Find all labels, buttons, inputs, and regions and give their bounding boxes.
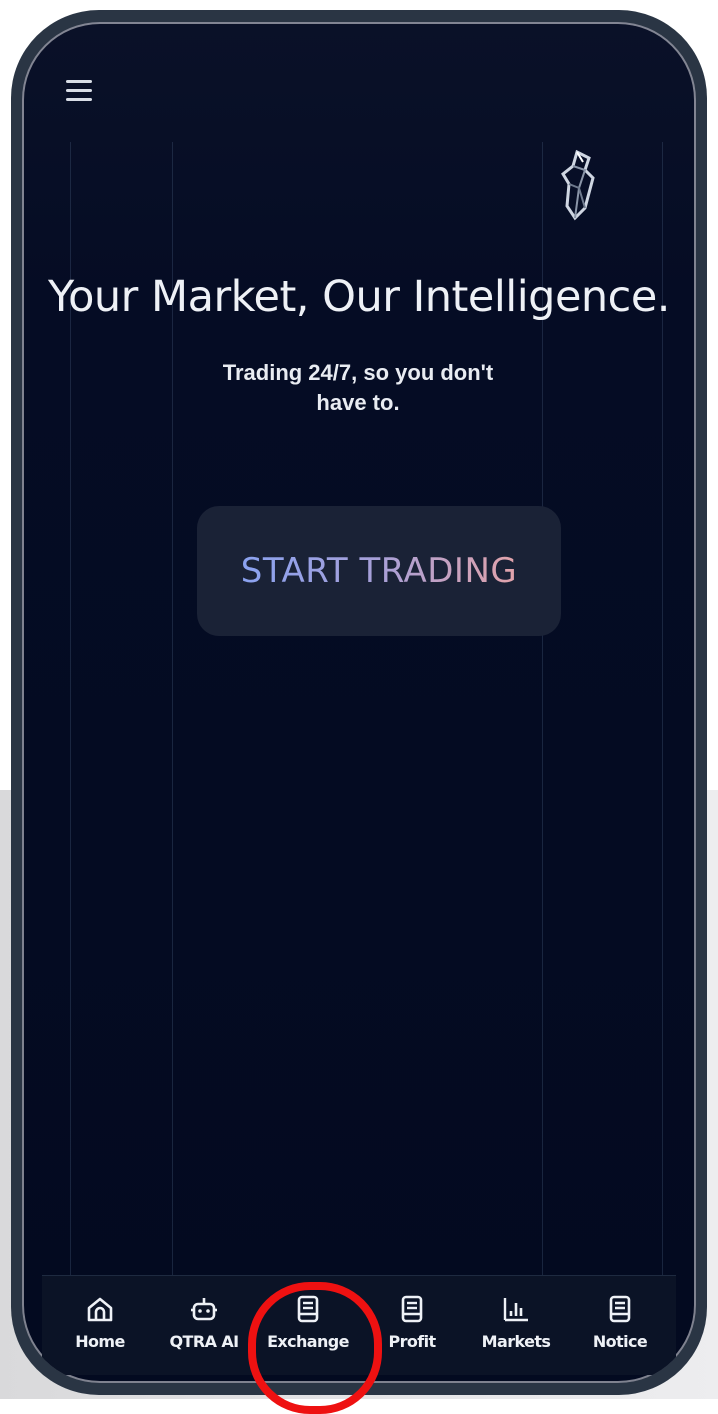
tab-home-label: Home <box>75 1332 125 1351</box>
tab-exchange[interactable]: Exchange <box>260 1276 356 1375</box>
document-icon <box>609 1295 631 1323</box>
app-screen: Your Market, Our Intelligence. Trading 2… <box>22 22 696 1383</box>
phone-frame: Your Market, Our Intelligence. Trading 2… <box>11 10 707 1395</box>
document-icon <box>297 1295 319 1323</box>
bottom-tab-bar: Home QTRA AI Exchange Profit Markets Not… <box>42 1275 676 1375</box>
tab-home[interactable]: Home <box>52 1276 148 1375</box>
bar-chart-icon <box>503 1298 528 1322</box>
crystal-logo-icon <box>561 149 595 221</box>
start-trading-label: START TRADING <box>240 551 518 591</box>
tab-exchange-label: Exchange <box>267 1332 349 1351</box>
document-icon <box>401 1295 423 1323</box>
tab-qtra-ai[interactable]: QTRA AI <box>156 1276 252 1375</box>
tab-profit[interactable]: Profit <box>364 1276 460 1375</box>
tab-markets-label: Markets <box>481 1332 551 1351</box>
hamburger-menu-icon[interactable] <box>62 74 102 110</box>
tab-profit-label: Profit <box>388 1332 436 1351</box>
tab-notice[interactable]: Notice <box>572 1276 668 1375</box>
tab-qtra-ai-label: QTRA AI <box>169 1332 240 1351</box>
robot-icon <box>191 1298 217 1321</box>
tab-notice-label: Notice <box>592 1332 648 1351</box>
home-icon <box>87 1297 113 1322</box>
page-subtitle: Trading 24/7, so you don't have to. <box>222 360 494 415</box>
tab-markets[interactable]: Markets <box>468 1276 564 1375</box>
start-trading-button[interactable]: START TRADING <box>197 506 561 636</box>
page-title: Your Market, Our Intelligence. <box>48 272 670 322</box>
